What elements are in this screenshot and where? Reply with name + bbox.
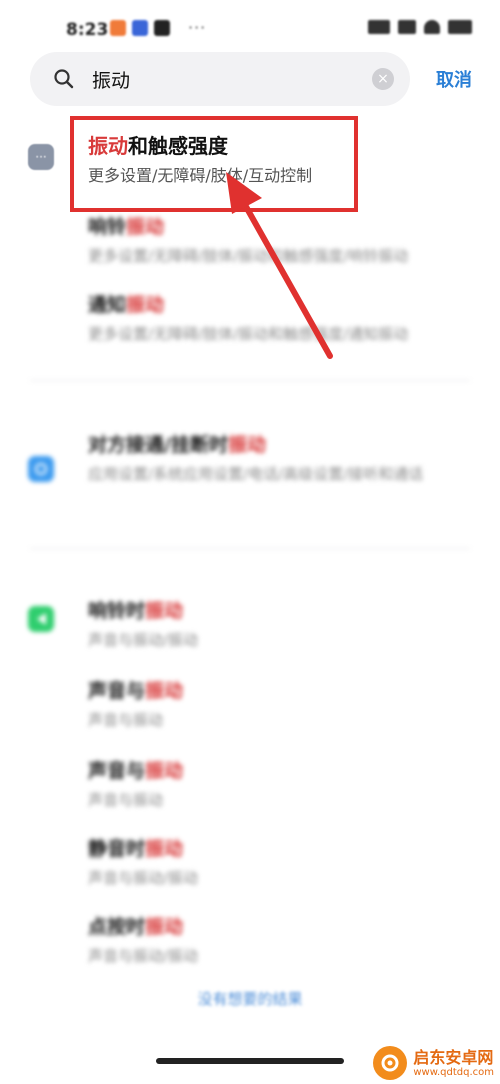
watermark-name: 启东安卓网 — [413, 1047, 494, 1067]
result-item[interactable]: 静音时振动 声音与振动/振动 — [88, 834, 468, 890]
result-item[interactable]: 点按时振动 声音与振动/振动 — [88, 912, 468, 968]
more-notifications-icon: ··· — [188, 18, 207, 37]
notification-icons — [110, 20, 170, 36]
app-notification-icon — [154, 20, 170, 36]
status-time: 8:23 — [66, 20, 109, 40]
result-title: 点按时振动 — [88, 916, 184, 938]
accessibility-section-icon: ··· — [28, 144, 54, 170]
app-notification-icon — [110, 20, 126, 36]
watermark-url: www.qdtdq.com — [413, 1066, 494, 1078]
result-title: 对方接通/挂断时振动 — [88, 434, 266, 456]
no-desired-result-link[interactable]: 没有想要的结果 — [0, 988, 500, 1009]
status-bar: 8:23 ··· — [0, 0, 500, 56]
result-item[interactable]: 声音与振动 声音与振动 — [88, 756, 468, 812]
app-notification-icon — [132, 20, 148, 36]
result-item[interactable]: 声音与振动 声音与振动 — [88, 676, 468, 732]
result-title: 响铃振动 — [88, 216, 165, 238]
battery-icon — [448, 20, 472, 34]
sound-section-icon — [28, 606, 54, 632]
result-title: 静音时振动 — [88, 838, 184, 860]
signal-icon — [398, 20, 416, 34]
home-indicator[interactable] — [156, 1058, 344, 1064]
result-title: 声音与振动 — [88, 680, 184, 702]
result-path: 声音与振动 — [88, 791, 164, 809]
phone-section-icon — [28, 456, 54, 482]
result-path: 更多设置/无障碍/肢体/振动和触感强度/响铃振动 — [88, 247, 409, 265]
result-path: 声音与振动/振动 — [88, 947, 199, 965]
result-path: 声音与振动/振动 — [88, 869, 199, 887]
wifi-icon — [424, 20, 440, 34]
result-path: 声音与振动 — [88, 711, 164, 729]
clear-search-button[interactable]: × — [372, 68, 394, 90]
result-title: 声音与振动 — [88, 760, 184, 782]
section-divider — [30, 380, 470, 381]
result-title: 响铃时振动 — [88, 600, 184, 622]
cancel-button[interactable]: 取消 — [436, 66, 472, 92]
watermark-text: 启东安卓网 www.qdtdq.com — [413, 1047, 494, 1078]
result-item[interactable]: 响铃时振动 声音与振动/振动 — [88, 596, 468, 652]
result-item[interactable]: 通知振动 更多设置/无障碍/肢体/振动和触感强度/通知振动 — [88, 290, 468, 346]
result-path: 更多设置/无障碍/肢体/振动和触感强度/通知振动 — [88, 325, 409, 343]
annotation-highlight-box — [70, 116, 358, 212]
search-icon — [54, 69, 74, 89]
watermark-logo-icon — [373, 1046, 408, 1080]
search-bar[interactable]: 振动 × — [30, 52, 410, 106]
site-watermark: 启东安卓网 www.qdtdq.com — [373, 1046, 494, 1080]
system-status-icons — [368, 20, 472, 34]
result-path: 声音与振动/振动 — [88, 631, 199, 649]
section-divider — [30, 548, 470, 549]
result-item[interactable]: 对方接通/挂断时振动 应用设置/系统应用设置/电话/高级设置/接听和通话 — [88, 430, 468, 486]
signal-icon — [368, 20, 390, 34]
search-input[interactable]: 振动 — [92, 66, 130, 93]
result-item[interactable]: 响铃振动 更多设置/无障碍/肢体/振动和触感强度/响铃振动 — [88, 212, 468, 268]
result-path: 应用设置/系统应用设置/电话/高级设置/接听和通话 — [88, 465, 424, 483]
result-title: 通知振动 — [88, 294, 165, 316]
